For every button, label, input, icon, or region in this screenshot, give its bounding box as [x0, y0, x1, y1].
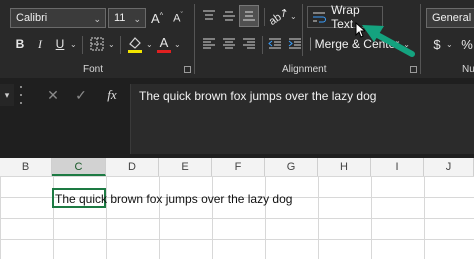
- chevron-down-icon: ⌄: [70, 40, 77, 49]
- decrease-font-icon: Aˇ: [173, 11, 183, 25]
- middle-align-icon: [223, 11, 235, 21]
- top-align-icon: [203, 10, 215, 20]
- underline-button[interactable]: U: [52, 36, 68, 52]
- orientation-button[interactable]: ab↗: [267, 5, 292, 28]
- decrease-indent-icon: [268, 38, 281, 49]
- orientation-icon: ab↗: [267, 5, 292, 28]
- bottom-align-button[interactable]: [239, 5, 259, 27]
- borders-button[interactable]: [88, 36, 106, 52]
- active-cell-text: The quick brown fox jumps over the lazy …: [55, 192, 293, 206]
- align-right-button[interactable]: [240, 35, 258, 53]
- align-center-icon: [223, 38, 235, 49]
- currency-icon: $: [433, 36, 441, 52]
- formula-input[interactable]: The quick brown fox jumps over the lazy …: [130, 84, 474, 154]
- alignment-group-label: Alignment: [282, 64, 327, 75]
- increase-indent-button[interactable]: [286, 35, 304, 53]
- increase-font-size-button[interactable]: A^: [150, 8, 164, 28]
- column-header-g[interactable]: G: [265, 158, 318, 176]
- chevron-down-icon: ⌄: [146, 40, 153, 49]
- formula-bar-grip-icon: [20, 86, 24, 104]
- ribbon: Calibri ⌄ 11 ⌄ A^ Aˇ B I U ⌄ ⌄ ⌄ A ⌄ Fon…: [0, 0, 474, 78]
- column-header-d[interactable]: D: [106, 158, 159, 176]
- font-name-value: Calibri: [16, 12, 48, 24]
- chevron-down-icon: ⌄: [108, 40, 115, 49]
- column-header-e[interactable]: E: [159, 158, 212, 176]
- borders-icon: [90, 37, 104, 51]
- fill-color-button[interactable]: [126, 34, 144, 54]
- bottom-align-icon: [243, 11, 255, 21]
- mouse-cursor-icon: [355, 22, 365, 38]
- chevron-down-icon: ⌄: [93, 14, 101, 24]
- underline-icon: U: [55, 37, 65, 51]
- accounting-format-button[interactable]: $: [430, 35, 444, 53]
- align-center-button[interactable]: [220, 35, 238, 53]
- percent-icon: %: [461, 36, 473, 52]
- increase-indent-icon: [288, 38, 301, 49]
- font-color-swatch: [157, 49, 171, 53]
- font-size-value: 11: [114, 12, 126, 24]
- chevron-down-icon: ⌄: [174, 40, 181, 49]
- column-header-f[interactable]: F: [212, 158, 265, 176]
- fx-icon: fx: [107, 87, 117, 102]
- chevron-down-icon: ⌄: [446, 40, 453, 49]
- top-align-button[interactable]: [200, 6, 218, 26]
- column-header-i[interactable]: I: [371, 158, 424, 176]
- insert-function-button[interactable]: fx: [102, 86, 122, 104]
- bold-button[interactable]: B: [12, 36, 28, 52]
- close-icon: ✕: [47, 86, 59, 103]
- increase-font-icon: A^: [151, 10, 163, 26]
- font-color-icon: A: [159, 34, 169, 50]
- cancel-button[interactable]: ✕: [44, 86, 62, 104]
- name-box-dropdown[interactable]: ▾: [0, 84, 14, 106]
- number-format-dropdown[interactable]: General: [426, 8, 474, 28]
- formula-content: The quick brown fox jumps over the lazy …: [139, 89, 377, 103]
- align-left-button[interactable]: [200, 35, 218, 53]
- font-name-dropdown[interactable]: Calibri ⌄: [10, 8, 106, 28]
- font-color-button[interactable]: A: [156, 34, 172, 54]
- fill-bucket-icon: [128, 37, 142, 53]
- wrap-text-icon: [313, 12, 326, 23]
- column-header-j[interactable]: J: [424, 158, 474, 176]
- decrease-font-size-button[interactable]: Aˇ: [170, 8, 186, 28]
- bold-icon: B: [15, 37, 25, 51]
- decrease-indent-button[interactable]: [266, 35, 284, 53]
- align-right-icon: [243, 38, 255, 49]
- column-header-b[interactable]: B: [0, 158, 52, 176]
- font-group-label: Font: [83, 64, 104, 75]
- column-header-h[interactable]: H: [318, 158, 371, 176]
- column-header-row: B C D E F G H I J: [0, 158, 474, 177]
- checkmark-icon: ✓: [75, 86, 87, 103]
- chevron-down-icon: ▾: [4, 89, 10, 100]
- middle-align-button[interactable]: [220, 6, 238, 26]
- percent-style-button[interactable]: %: [460, 35, 474, 53]
- font-dialog-launcher-icon[interactable]: [184, 66, 191, 73]
- italic-button[interactable]: I: [32, 36, 48, 52]
- font-size-dropdown[interactable]: 11 ⌄: [108, 8, 146, 28]
- chevron-down-icon: ⌄: [133, 14, 141, 24]
- chevron-down-icon: ⌄: [290, 12, 297, 21]
- number-format-value: General: [432, 12, 472, 24]
- enter-button[interactable]: ✓: [72, 86, 90, 104]
- alignment-dialog-launcher-icon[interactable]: [410, 66, 417, 73]
- align-left-icon: [203, 38, 215, 49]
- italic-icon: I: [38, 36, 42, 51]
- merge-center-icon: [310, 37, 311, 51]
- column-header-c[interactable]: C: [52, 158, 106, 176]
- number-group-label: Nu: [462, 64, 474, 75]
